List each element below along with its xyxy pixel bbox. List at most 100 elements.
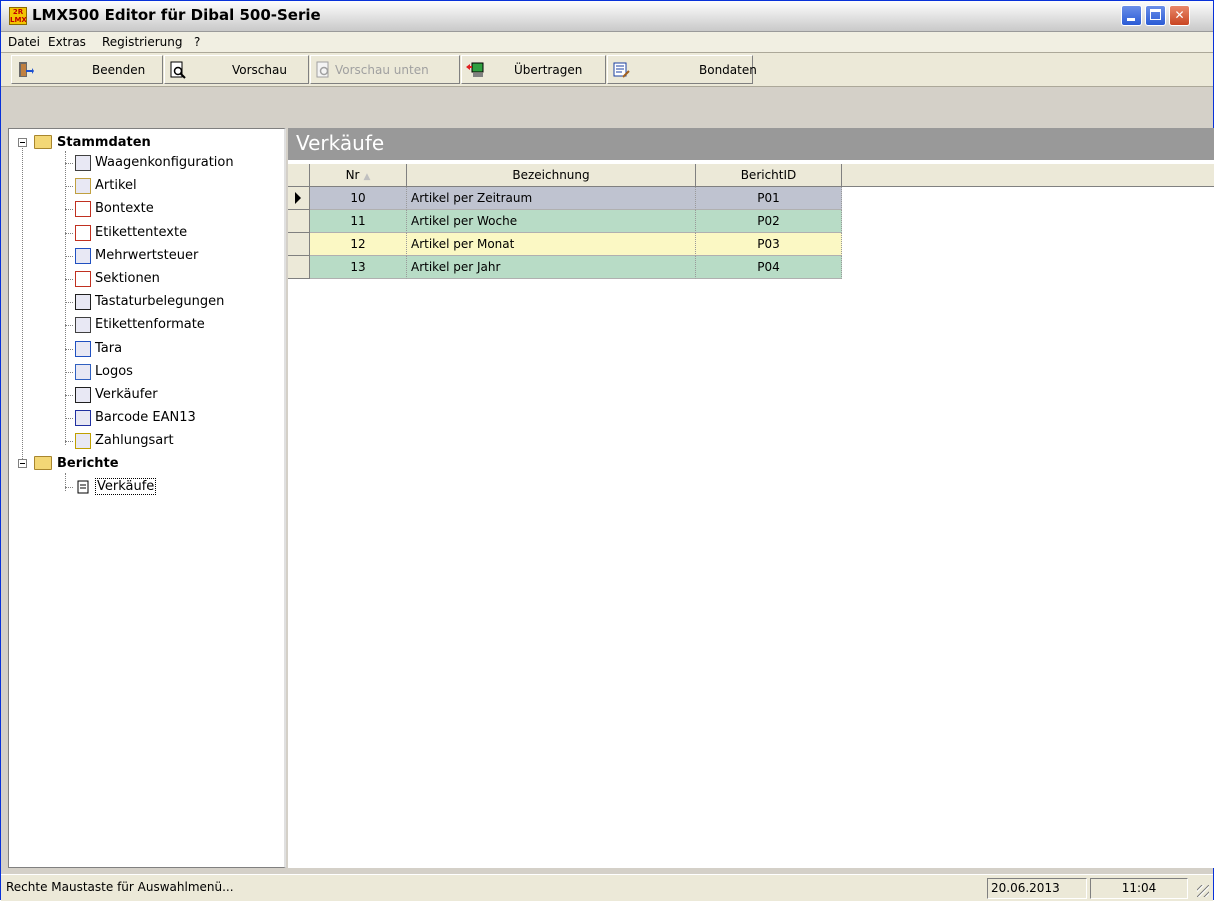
tree-item-label: Waagenkonfiguration xyxy=(95,155,234,170)
scale-icon xyxy=(75,155,91,171)
status-bar: Rechte Maustaste für Auswahlmenü... 20.0… xyxy=(1,874,1213,901)
cell-nr[interactable]: 12 xyxy=(310,233,407,256)
print-preview-disabled-icon xyxy=(316,61,329,78)
tree-item-bontexte[interactable]: Bontexte xyxy=(65,199,275,220)
menu-help[interactable]: ? xyxy=(194,35,200,49)
navigation-tree[interactable]: Stammdaten Berichte Verkäufe Waagenkonfi… xyxy=(8,128,286,868)
cell-berichtid[interactable]: P01 xyxy=(696,187,842,210)
content-header: Verkäufe xyxy=(288,128,1214,160)
close-button[interactable]: ✕ xyxy=(1169,5,1190,26)
print-preview-icon xyxy=(170,61,186,79)
tree-item-label: Tastaturbelegungen xyxy=(95,294,225,310)
tree-item-label: Zahlungsart xyxy=(95,433,174,449)
maximize-icon xyxy=(1150,9,1161,20)
app-logo-icon: 2R LMX xyxy=(9,7,27,25)
table-row[interactable]: 11 Artikel per Woche P02 xyxy=(288,210,842,233)
tree-label-verkaeufe: Verkäufe xyxy=(95,478,157,495)
vorschau-button[interactable]: Vorschau xyxy=(164,55,309,84)
title-bar[interactable]: 2R LMX LMX500 Editor für Dibal 500-Serie … xyxy=(1,1,1213,32)
table-row[interactable]: 12 Artikel per Monat P03 xyxy=(288,233,842,256)
payment-icon xyxy=(75,433,91,450)
table-row[interactable]: 10 Artikel per Zeitraum P01 xyxy=(288,187,842,210)
menu-registrierung[interactable]: Registrierung xyxy=(102,35,183,49)
status-hint: Rechte Maustaste für Auswahlmenü... xyxy=(6,880,234,894)
content-panel: Verkäufe Nr ▲ Bezeichnung BerichtID 10 Art… xyxy=(288,128,1214,868)
maximize-button[interactable] xyxy=(1145,5,1166,26)
tree-item-label: Logos xyxy=(95,363,133,379)
column-header-nr[interactable]: Nr ▲ xyxy=(310,164,407,186)
tree-item-label: Artikel xyxy=(95,178,137,194)
cell-nr[interactable]: 10 xyxy=(310,187,407,210)
tree-connector xyxy=(65,209,73,211)
vorschau-unten-button[interactable]: Vorschau unten xyxy=(310,55,460,84)
cell-berichtid[interactable]: P03 xyxy=(696,233,842,256)
cell-bezeichnung[interactable]: Artikel per Monat xyxy=(407,233,696,256)
tree-item-tastaturbelegungen[interactable]: Tastaturbelegungen xyxy=(65,292,275,313)
tree-connector xyxy=(65,232,73,234)
cell-berichtid[interactable]: P04 xyxy=(696,256,842,279)
column-label-nr: Nr xyxy=(345,168,360,182)
text-ab-icon xyxy=(75,201,91,218)
cell-berichtid[interactable]: P02 xyxy=(696,210,842,233)
app-window: 2R LMX LMX500 Editor für Dibal 500-Serie … xyxy=(0,0,1214,901)
tree-item-artikel[interactable]: Artikel xyxy=(65,176,275,197)
bondaten-button[interactable]: Bondaten xyxy=(607,55,757,84)
grid-header: Nr ▲ Bezeichnung BerichtID xyxy=(288,164,1214,187)
vorschau-label: Vorschau xyxy=(232,63,287,77)
tree-item-label: Tara xyxy=(95,340,123,356)
cell-bezeichnung[interactable]: Artikel per Woche xyxy=(407,210,696,233)
column-label-bezeichnung: Bezeichnung xyxy=(512,168,590,182)
tree-item-tara[interactable]: Tara xyxy=(65,339,275,360)
tare-table-icon xyxy=(75,340,91,357)
transfer-icon xyxy=(466,62,484,77)
tree-item-sektionen[interactable]: Sektionen xyxy=(65,269,275,290)
table-row[interactable]: 13 Artikel per Jahr P04 xyxy=(288,256,842,279)
tree-item-etikettentexte[interactable]: Etikettentexte xyxy=(65,223,275,244)
logos-image-icon xyxy=(75,363,91,380)
status-date: 20.06.2013 xyxy=(987,878,1087,899)
folder-open-icon xyxy=(34,135,52,149)
bondaten-label: Bondaten xyxy=(699,63,757,77)
tree-item-zahlungsart[interactable]: Zahlungsart xyxy=(65,431,275,452)
row-selector[interactable] xyxy=(288,256,310,279)
tree-item-barcode-ean13[interactable]: Barcode EAN13 xyxy=(65,408,275,429)
tree-item-verk-ufer[interactable]: Verkäufer xyxy=(65,385,275,406)
tree-item-label: Barcode EAN13 xyxy=(95,410,196,426)
tree-item-etikettenformate[interactable]: Etikettenformate xyxy=(65,315,275,336)
salesperson-icon xyxy=(75,387,91,403)
tree-item-mehrwertsteuer[interactable]: Mehrwertsteuer xyxy=(65,246,275,267)
resize-grip-icon[interactable] xyxy=(1197,885,1209,897)
collapse-icon[interactable] xyxy=(18,138,27,147)
tree-node-berichte[interactable]: Berichte xyxy=(11,454,211,472)
collapse-icon[interactable] xyxy=(18,459,27,468)
row-selector[interactable] xyxy=(288,210,310,233)
column-header-bezeichnung[interactable]: Bezeichnung xyxy=(407,164,696,186)
minimize-icon xyxy=(1127,18,1135,21)
minimize-button[interactable] xyxy=(1121,5,1142,26)
row-selector[interactable] xyxy=(288,233,310,256)
tree-connector xyxy=(22,143,23,463)
uebertragen-button[interactable]: Übertragen xyxy=(461,55,606,84)
tree-item-logos[interactable]: Logos xyxy=(65,362,275,383)
cell-nr[interactable]: 11 xyxy=(310,210,407,233)
tree-label-berichte: Berichte xyxy=(57,456,119,471)
tree-item-verkaeufe[interactable]: Verkäufe xyxy=(65,477,195,498)
beenden-button[interactable]: Beenden xyxy=(11,55,163,84)
tree-connector xyxy=(65,395,73,396)
tree-label-stammdaten: Stammdaten xyxy=(57,135,151,150)
menu-extras[interactable]: Extras xyxy=(48,35,86,49)
report-icon xyxy=(77,480,89,494)
tree-item-label: Bontexte xyxy=(95,201,154,217)
cell-nr[interactable]: 13 xyxy=(310,256,407,279)
row-selector[interactable] xyxy=(288,187,310,210)
article-icon xyxy=(75,178,91,195)
cell-bezeichnung[interactable]: Artikel per Zeitraum xyxy=(407,187,696,210)
tree-connector xyxy=(65,441,73,443)
tree-item-waagenkonfiguration[interactable]: Waagenkonfiguration xyxy=(65,153,275,174)
tree-node-stammdaten[interactable]: Stammdaten xyxy=(11,133,211,151)
menu-datei[interactable]: Datei xyxy=(8,35,40,49)
cell-bezeichnung[interactable]: Artikel per Jahr xyxy=(407,256,696,279)
toolbar: Beenden Vorschau Vorschau unten Übertrag… xyxy=(1,53,1213,87)
row-selector-header[interactable] xyxy=(288,164,310,186)
column-header-berichtid[interactable]: BerichtID xyxy=(696,164,842,186)
